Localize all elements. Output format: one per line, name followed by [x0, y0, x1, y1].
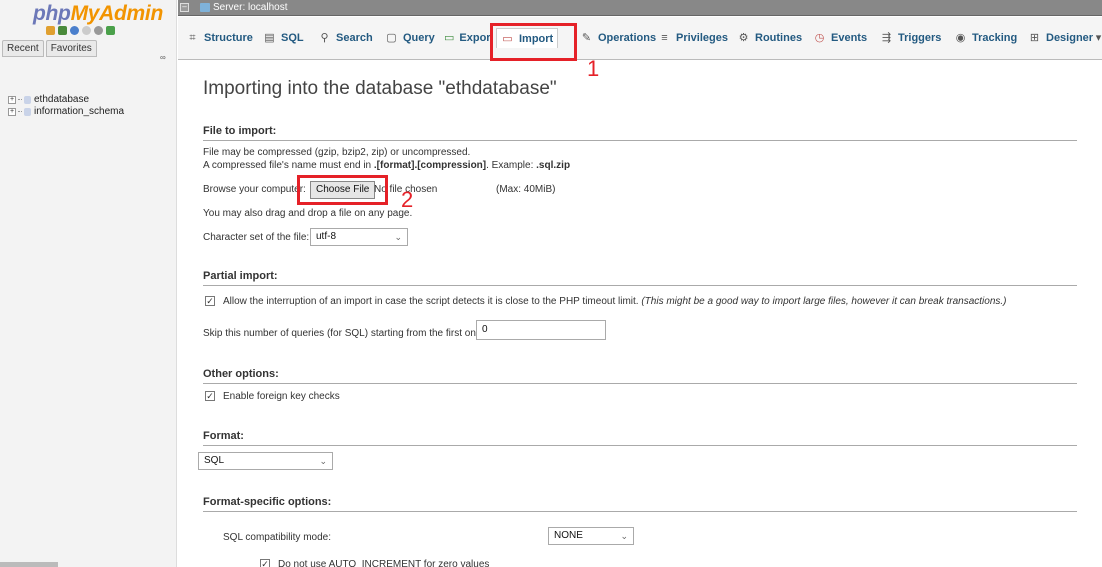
collapse-icon[interactable]: – — [180, 3, 189, 12]
skip-queries-input[interactable]: 0 — [476, 320, 606, 340]
help-icon[interactable] — [70, 26, 79, 35]
sidebar-toolbar — [46, 26, 115, 35]
tab-operations[interactable]: ✎ Operations — [580, 28, 656, 48]
foreign-key-checkbox[interactable]: ✓ — [205, 391, 215, 401]
tree-item-information-schema[interactable]: + information_schema — [8, 106, 124, 117]
operations-icon: ✎ — [581, 32, 592, 44]
privileges-icon: ≡ — [661, 32, 668, 44]
charset-label: Character set of the file: — [203, 232, 310, 243]
routines-icon: ⚙ — [738, 32, 749, 44]
tab-designer[interactable]: ⊞ Designer — [1028, 28, 1093, 48]
reload-icon[interactable] — [106, 26, 115, 35]
chevron-down-icon: ⌄ — [620, 531, 628, 541]
sql-compat-select[interactable]: NONE ⌄ — [548, 527, 634, 545]
query-icon: ▢ — [386, 32, 397, 44]
section-partial-import: Partial import: — [203, 270, 1077, 286]
structure-icon: ⌗ — [189, 32, 196, 44]
logout-icon[interactable] — [58, 26, 67, 35]
auto-increment-checkbox[interactable]: ✓ — [260, 559, 270, 567]
link-chain-icon[interactable]: ∞ — [160, 53, 166, 62]
skip-queries-label: Skip this number of queries (for SQL) st… — [203, 328, 485, 339]
annotation-number-2: 2 — [401, 187, 414, 212]
allow-interrupt-label: Allow the interruption of an import in c… — [223, 296, 1007, 307]
events-icon: ◷ — [814, 32, 825, 44]
main-content: Importing into the database "ethdatabase… — [178, 60, 1102, 567]
section-format: Format: — [203, 430, 1077, 446]
designer-icon: ⊞ — [1029, 32, 1040, 44]
settings-icon[interactable] — [94, 26, 103, 35]
sql-icon: ▤ — [264, 32, 275, 44]
phpmyadmin-window: phpMyAdmin Recent Favorites ∞ + ethdatab… — [0, 0, 1102, 567]
format-select[interactable]: SQL ⌄ — [198, 452, 333, 470]
phpmyadmin-logo[interactable]: phpMyAdmin — [33, 2, 163, 26]
section-other-options: Other options: — [203, 368, 1077, 384]
charset-select[interactable]: utf-8 ⌄ — [310, 228, 408, 246]
expand-icon[interactable]: + — [8, 107, 16, 116]
more-tabs-chevron-icon[interactable]: ▾ — [1092, 28, 1102, 48]
tab-favorites[interactable]: Favorites — [45, 40, 97, 57]
home-icon[interactable] — [46, 26, 55, 35]
annotation-box-choose-file — [297, 175, 388, 205]
database-tree: + ethdatabase + information_schema — [8, 94, 124, 118]
chevron-down-icon: ⌄ — [394, 232, 402, 242]
tab-triggers[interactable]: ⇶ Triggers — [880, 28, 942, 48]
tab-recent[interactable]: Recent — [2, 40, 44, 57]
database-icon — [24, 107, 31, 116]
tab-events[interactable]: ◷ Events — [813, 28, 867, 48]
recent-favorites-tabs: Recent Favorites — [2, 40, 99, 57]
tree-item-ethdatabase[interactable]: + ethdatabase — [8, 94, 124, 105]
triggers-icon: ⇶ — [881, 32, 892, 44]
tab-query[interactable]: ▢ Query — [385, 28, 435, 48]
tab-routines[interactable]: ⚙ Routines — [737, 28, 803, 48]
sql-compat-label: SQL compatibility mode: — [223, 532, 332, 543]
page-title: Importing into the database "ethdatabase… — [203, 78, 557, 99]
section-file-to-import: File to import: — [203, 125, 1077, 141]
section-format-specific-options: Format-specific options: — [203, 496, 1077, 512]
drag-drop-hint: You may also drag and drop a file on any… — [203, 208, 413, 219]
foreign-key-label: Enable foreign key checks — [223, 391, 340, 402]
tab-tracking[interactable]: ◉ Tracking — [954, 28, 1018, 48]
docs-icon[interactable] — [82, 26, 91, 35]
server-breadcrumb-bar: – Server: localhost — [178, 0, 1102, 16]
database-tabs: ⌗ Structure ▤ SQL ⚲ Search ▢ Query ▭ Export ▭… — [178, 17, 1102, 60]
compression-info: File may be compressed (gzip, bzip2, zip… — [203, 147, 471, 158]
chevron-down-icon: ⌄ — [319, 456, 327, 466]
tab-export[interactable]: ▭ Export — [444, 28, 492, 48]
annotation-box-import — [490, 23, 577, 61]
sidebar-scrollbar[interactable] — [0, 562, 58, 567]
browse-label: Browse your computer: — [203, 184, 306, 195]
breadcrumb-server[interactable]: Server: localhost — [200, 2, 287, 13]
tab-privileges[interactable]: ≡ Privileges — [658, 28, 728, 48]
tab-search[interactable]: ⚲ Search — [318, 28, 372, 48]
search-icon: ⚲ — [320, 32, 329, 44]
tab-sql[interactable]: ▤ SQL — [263, 28, 303, 48]
server-icon — [200, 3, 210, 12]
expand-icon[interactable]: + — [8, 95, 16, 104]
database-icon — [24, 95, 31, 104]
max-size-text: (Max: 40MiB) — [496, 184, 556, 195]
navigation-sidebar: phpMyAdmin Recent Favorites ∞ + ethdatab… — [0, 0, 177, 567]
tracking-icon: ◉ — [955, 32, 966, 44]
auto-increment-label: Do not use AUTO_INCREMENT for zero value… — [278, 559, 490, 567]
allow-interrupt-checkbox[interactable]: ✓ — [205, 296, 215, 306]
compression-naming-info: A compressed file's name must end in .[f… — [203, 160, 571, 171]
tab-structure[interactable]: ⌗ Structure — [186, 28, 253, 48]
export-icon: ▭ — [444, 32, 455, 44]
